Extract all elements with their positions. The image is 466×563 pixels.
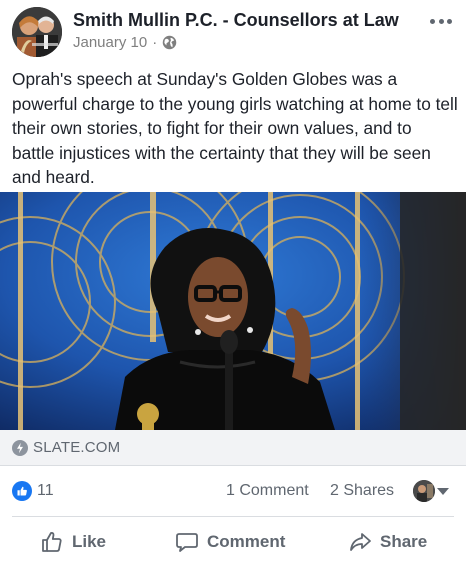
post-meta: January 10 · — [73, 34, 177, 51]
comment-icon — [175, 530, 199, 554]
share-button[interactable]: Share — [348, 528, 427, 556]
share-arrow-icon — [348, 530, 372, 554]
meta-separator: · — [152, 34, 158, 51]
like-button-label: Like — [72, 532, 107, 551]
page-avatar[interactable] — [12, 7, 62, 57]
page-name-link[interactable]: Smith Mullin P.C. - Counsellors at Law — [73, 10, 399, 31]
link-preview-image[interactable] — [0, 192, 466, 430]
actions-divider — [12, 516, 454, 517]
like-button[interactable]: Like — [40, 528, 106, 556]
post-text: Oprah's speech at Sunday's Golden Globes… — [12, 69, 458, 187]
bolt-icon — [12, 439, 28, 456]
like-count[interactable]: 11 — [37, 482, 54, 500]
comment-button-label: Comment — [207, 532, 286, 551]
globe-icon — [162, 35, 177, 50]
comments-count[interactable]: 1 Comment — [226, 482, 309, 500]
link-source-bar[interactable]: SLATE.COM — [0, 430, 466, 466]
viewer-avatar[interactable] — [413, 480, 435, 502]
post-actions: Like Comment Share — [0, 520, 466, 562]
link-source-domain: SLATE.COM — [33, 439, 121, 456]
engagement-stats: 11 1 Comment 2 Shares — [0, 476, 466, 506]
post-header: Smith Mullin P.C. - Counsellors at Law J… — [0, 0, 466, 64]
thumbs-up-icon — [40, 530, 64, 554]
like-reaction-icon[interactable] — [12, 481, 32, 501]
chevron-down-icon[interactable] — [437, 488, 449, 495]
shares-count[interactable]: 2 Shares — [330, 482, 394, 500]
comment-button[interactable]: Comment — [175, 528, 285, 556]
share-button-label: Share — [380, 532, 428, 551]
more-options-icon[interactable] — [430, 14, 452, 28]
post-date[interactable]: January 10 — [73, 34, 147, 51]
